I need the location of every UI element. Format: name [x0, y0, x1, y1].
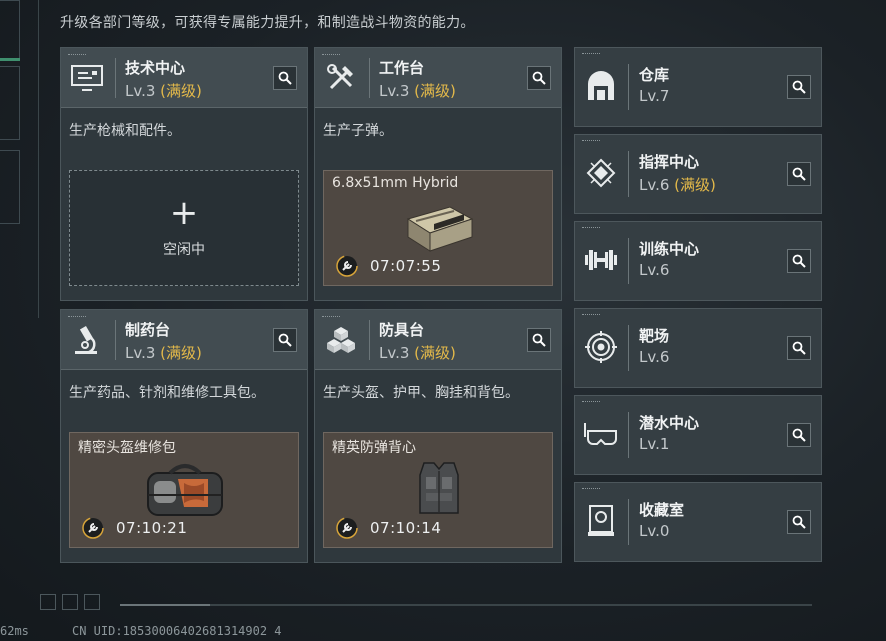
search-button[interactable]: [273, 66, 297, 90]
search-icon: [532, 71, 546, 85]
chip-icon: [583, 155, 619, 191]
card-header: 制药台 Lv.3 (满级): [61, 310, 307, 370]
card-header: 工作台 Lv.3 (满级): [315, 48, 561, 108]
facility-description: 生产子弹。: [323, 123, 393, 139]
dumbbell-icon: [583, 242, 619, 278]
facility-name: 工作台: [379, 59, 425, 77]
card-header: 防具台 Lv.3 (满级): [315, 310, 561, 370]
card-header: 技术中心 Lv.3 (满级): [61, 48, 307, 108]
ping-readout: 62ms: [0, 624, 29, 638]
production-slot[interactable]: 精英防弹背心 07:10:14: [323, 432, 553, 548]
idle-label: 空闲中: [163, 242, 205, 258]
production-timer: 07:10:14: [370, 519, 442, 537]
search-button[interactable]: [273, 328, 297, 352]
search-icon: [532, 333, 546, 347]
divider: [38, 0, 39, 318]
side-panel-frame: [0, 66, 20, 140]
production-slot[interactable]: 精密头盔维修包 07:10:21: [69, 432, 299, 548]
vest-icon: [394, 459, 484, 521]
facility-name: 训练中心: [639, 240, 700, 258]
product-name: 精英防弹背心: [332, 440, 416, 456]
facility-name: 指挥中心: [639, 153, 700, 171]
production-timer: 07:10:21: [116, 519, 188, 537]
facility-level: Lv.0: [639, 522, 670, 540]
facility-command-center[interactable]: 指挥中心 Lv.6 (满级): [574, 134, 822, 214]
facility-name: 技术中心: [125, 59, 186, 77]
repair-bag-icon: [140, 459, 230, 521]
uid-readout: CN UID:18530006402681314902 4: [72, 624, 282, 638]
product-name: 精密头盔维修包: [78, 440, 176, 456]
facility-level: Lv.3 (满级): [379, 82, 456, 100]
facility-name: 靶场: [639, 327, 670, 345]
facility-shooting-range[interactable]: 靶场 Lv.6: [574, 308, 822, 388]
search-button[interactable]: [527, 66, 551, 90]
search-button[interactable]: [787, 423, 811, 447]
search-icon: [278, 71, 292, 85]
facility-level: Lv.6: [639, 348, 670, 366]
facility-description: 生产枪械和配件。: [69, 123, 181, 139]
bottom-indicators: [40, 594, 100, 610]
facility-collection-room[interactable]: 收藏室 Lv.0: [574, 482, 822, 562]
facility-card-workbench[interactable]: 工作台 Lv.3 (满级) 生产子弹。 6.8x51mm Hybrid 07:0…: [314, 47, 562, 301]
facility-training-center[interactable]: 训练中心 Lv.6: [574, 221, 822, 301]
computer-icon: [69, 60, 105, 96]
search-button[interactable]: [527, 328, 551, 352]
search-button[interactable]: [787, 249, 811, 273]
facility-level: Lv.7: [639, 87, 670, 105]
microscope-icon: [69, 322, 105, 358]
search-button[interactable]: [787, 162, 811, 186]
page-description: 升级各部门等级，可获得专属能力提升，和制造战斗物资的能力。: [60, 15, 475, 31]
plus-icon: +: [169, 193, 199, 233]
collection-icon: [583, 503, 619, 539]
side-panel-frame: [0, 0, 20, 60]
facility-warehouse[interactable]: 仓库 Lv.7: [574, 47, 822, 127]
facility-description: 生产头盔、护甲、胸挂和背包。: [323, 385, 519, 401]
side-panel-accent: [0, 58, 20, 61]
facility-level: Lv.3 (满级): [379, 344, 456, 362]
warehouse-icon: [583, 68, 619, 104]
facility-level: Lv.6: [639, 261, 670, 279]
facility-level: Lv.3 (满级): [125, 82, 202, 100]
facility-level: Lv.6 (满级): [639, 176, 716, 194]
target-icon: [583, 329, 619, 365]
production-timer: 07:07:55: [370, 257, 442, 275]
ammo-box-icon: [394, 197, 484, 259]
timer-wrench-icon: [336, 255, 358, 277]
facility-name: 制药台: [125, 321, 171, 339]
bottom-progress-line: [120, 604, 812, 606]
facility-name: 仓库: [639, 66, 670, 84]
facility-card-pharmacy[interactable]: 制药台 Lv.3 (满级) 生产药品、针剂和维修工具包。 精密头盔维修包 07:…: [60, 309, 308, 563]
search-icon: [278, 333, 292, 347]
diving-mask-icon: [583, 416, 619, 452]
facility-card-tech-center[interactable]: 技术中心 Lv.3 (满级) 生产枪械和配件。 + 空闲中: [60, 47, 308, 301]
timer-wrench-icon: [82, 517, 104, 539]
production-slot[interactable]: 6.8x51mm Hybrid 07:07:55: [323, 170, 553, 286]
search-icon: [792, 515, 806, 529]
search-button[interactable]: [787, 75, 811, 99]
facility-description: 生产药品、针剂和维修工具包。: [69, 385, 265, 401]
search-icon: [792, 80, 806, 94]
facility-card-armor-bench[interactable]: 防具台 Lv.3 (满级) 生产头盔、护甲、胸挂和背包。 精英防弹背心 07:1…: [314, 309, 562, 563]
cubes-icon: [323, 322, 359, 358]
facility-name: 收藏室: [639, 501, 685, 519]
facility-level: Lv.3 (满级): [125, 344, 202, 362]
facility-level: Lv.1: [639, 435, 670, 453]
tools-icon: [323, 60, 359, 96]
facility-diving-center[interactable]: 潜水中心 Lv.1: [574, 395, 822, 475]
search-icon: [792, 341, 806, 355]
search-button[interactable]: [787, 336, 811, 360]
side-panel-frame: [0, 150, 20, 224]
timer-wrench-icon: [336, 517, 358, 539]
search-button[interactable]: [787, 510, 811, 534]
facility-name: 防具台: [379, 321, 425, 339]
facility-name: 潜水中心: [639, 414, 700, 432]
search-icon: [792, 167, 806, 181]
search-icon: [792, 428, 806, 442]
product-name: 6.8x51mm Hybrid: [332, 175, 459, 191]
search-icon: [792, 254, 806, 268]
idle-slot[interactable]: + 空闲中: [69, 170, 299, 286]
